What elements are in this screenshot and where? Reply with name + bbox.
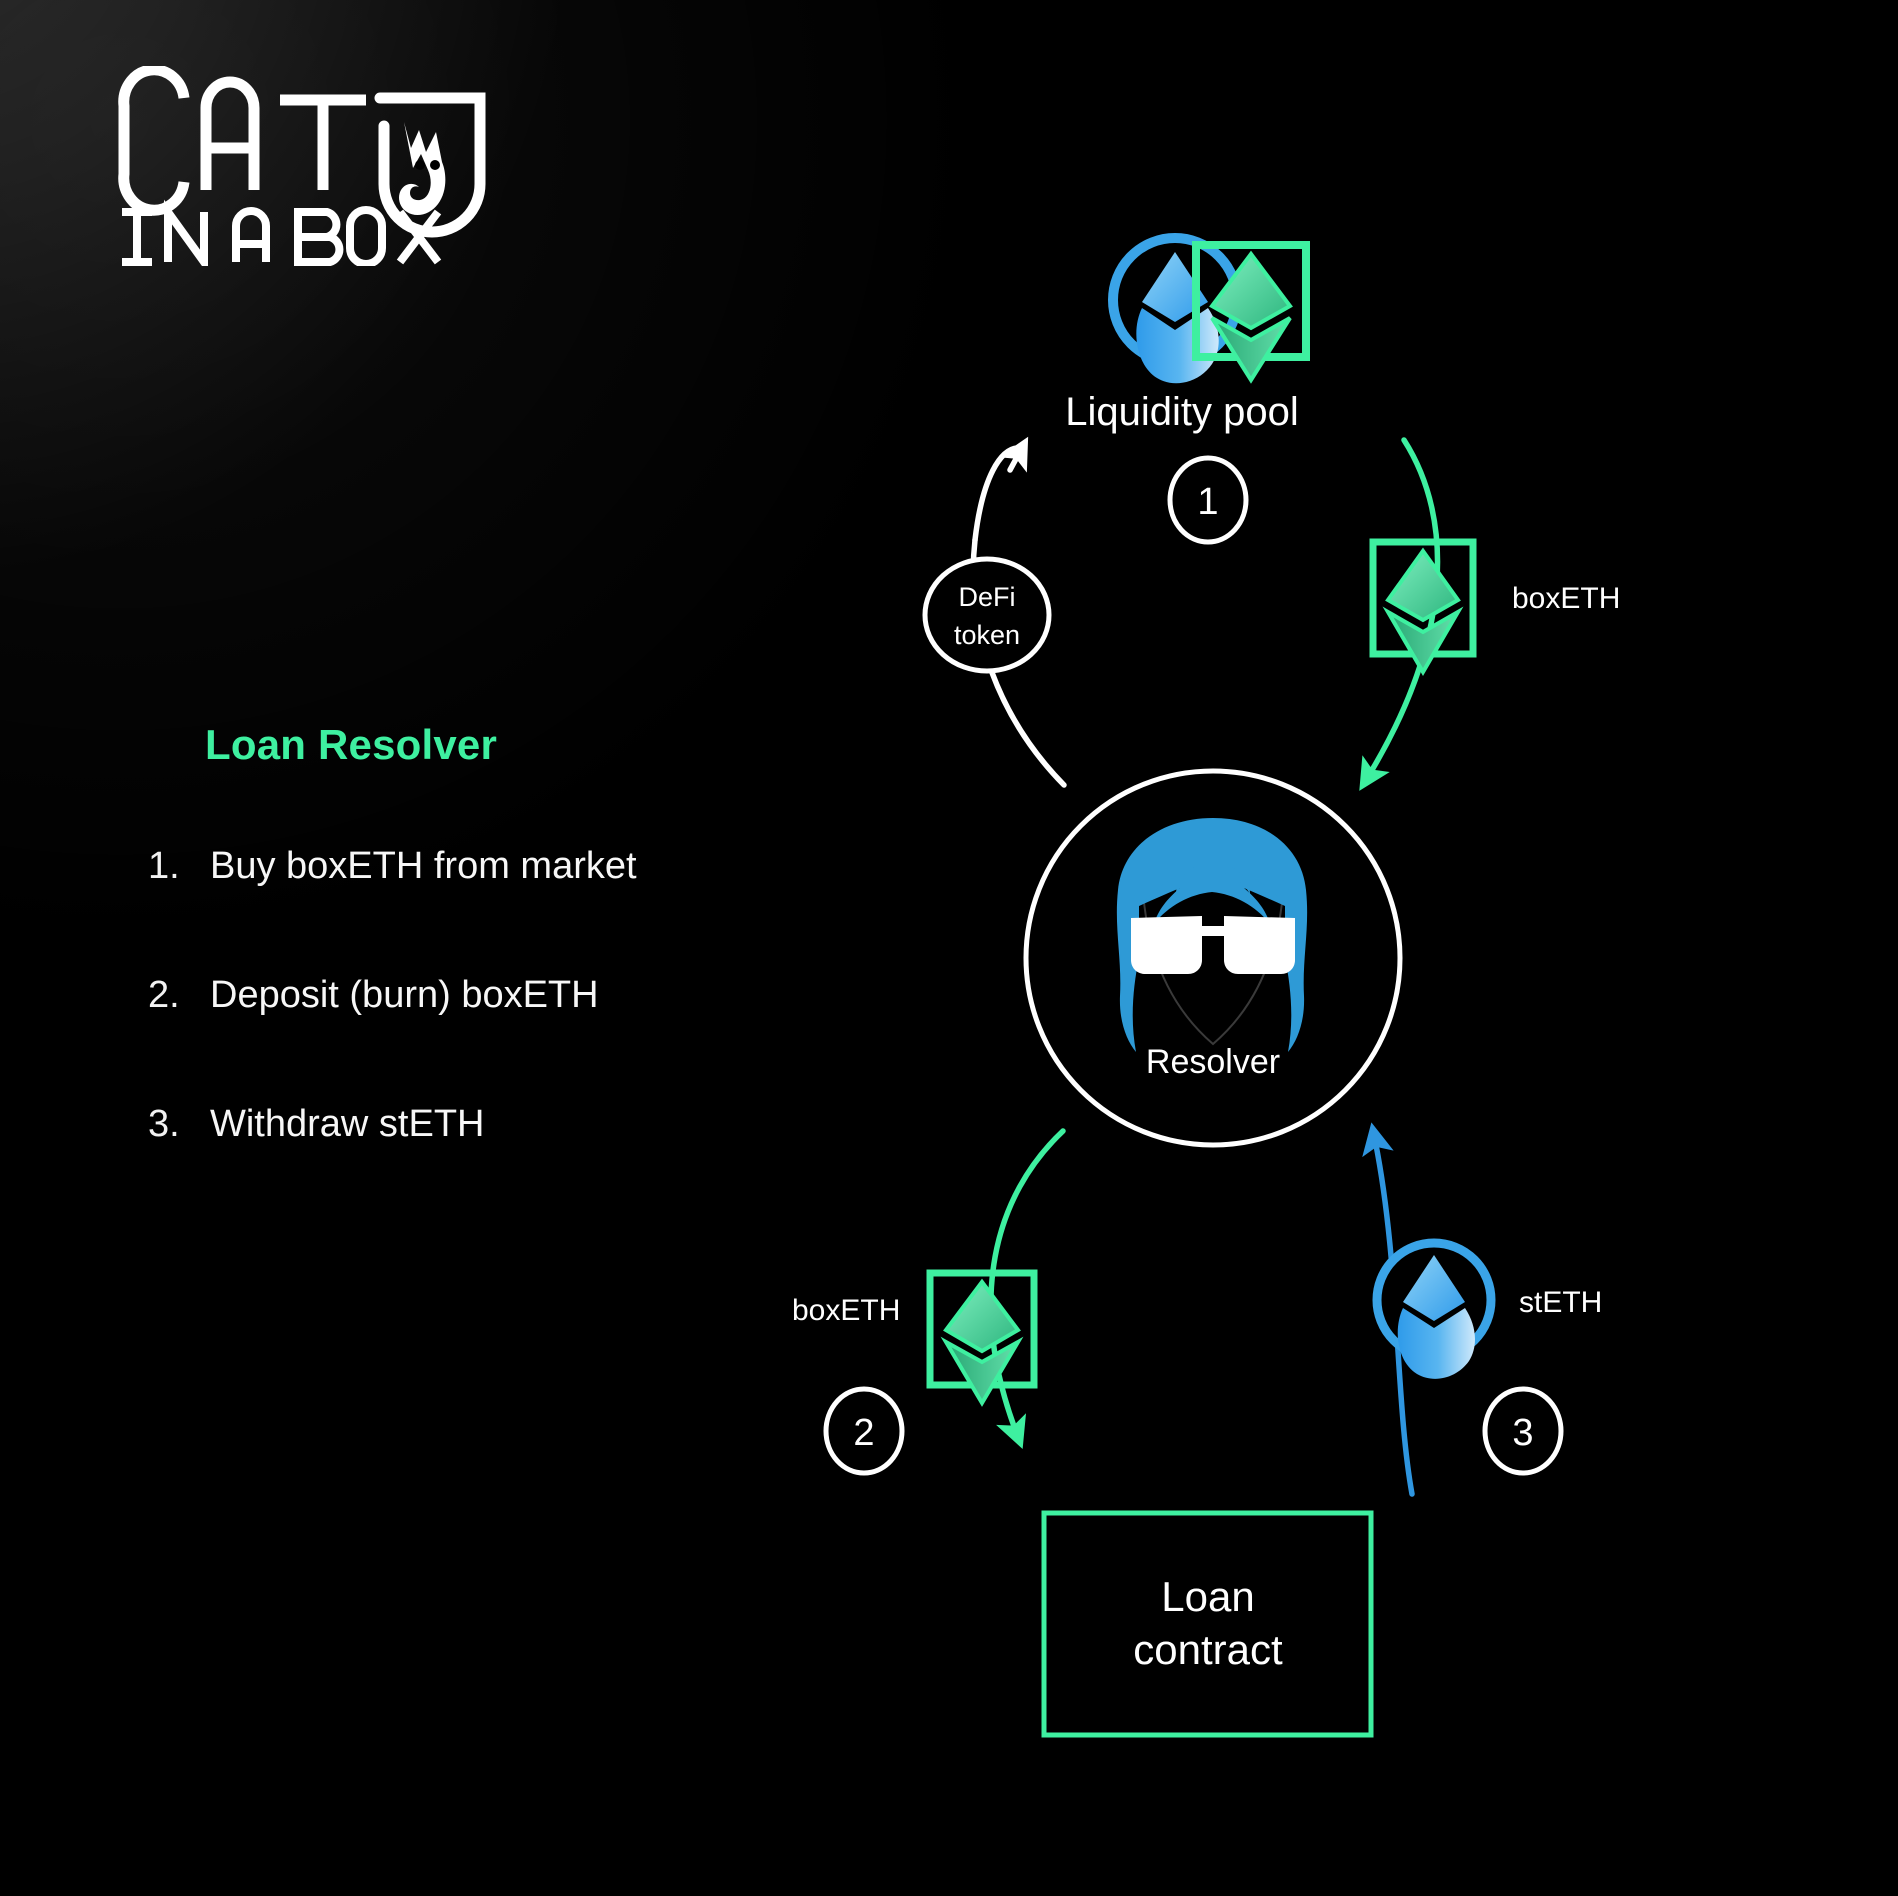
step-badge-3-text: 3 <box>1512 1412 1533 1454</box>
diagram-canvas: Loan Resolver 1. Buy boxETH from market … <box>0 0 1898 1896</box>
step-badge-3: 3 <box>1482 1386 1564 1476</box>
loan-contract-line1: Loan <box>1161 1573 1254 1620</box>
defi-token-line2: token <box>954 620 1020 650</box>
boxeth-bottom-label: boxETH <box>792 1294 900 1327</box>
step-badge-2-text: 2 <box>853 1412 874 1454</box>
step-badge-1: 1 <box>1167 455 1249 545</box>
defi-token-bubble: DeFi token <box>922 556 1052 674</box>
liquidity-pool-label: Liquidity pool <box>1065 390 1299 434</box>
edge-boxeth-bottom <box>988 1128 1066 1449</box>
loan-contract-line2: contract <box>1133 1626 1283 1673</box>
boxeth-token-top: boxETH <box>1369 538 1620 676</box>
loan-contract-node: Loan contract <box>1041 1510 1374 1738</box>
resolver-label: Resolver <box>1146 1043 1280 1081</box>
defi-token-line1: DeFi <box>958 582 1015 612</box>
boxeth-top-label: boxETH <box>1512 582 1620 615</box>
liquidity-pool-node: Liquidity pool <box>1065 233 1310 434</box>
resolver-node: Resolver <box>1023 768 1403 1148</box>
flow-diagram: Liquidity pool 1 DeFi token boxETH Resol… <box>792 233 1620 1738</box>
steth-bottom-label: stETH <box>1519 1286 1602 1319</box>
step-badge-2: 2 <box>823 1386 905 1476</box>
step-badge-1-text: 1 <box>1197 481 1218 523</box>
boxeth-token-bottom: boxETH <box>792 1269 1038 1407</box>
steth-token-bottom: stETH <box>1372 1238 1602 1379</box>
